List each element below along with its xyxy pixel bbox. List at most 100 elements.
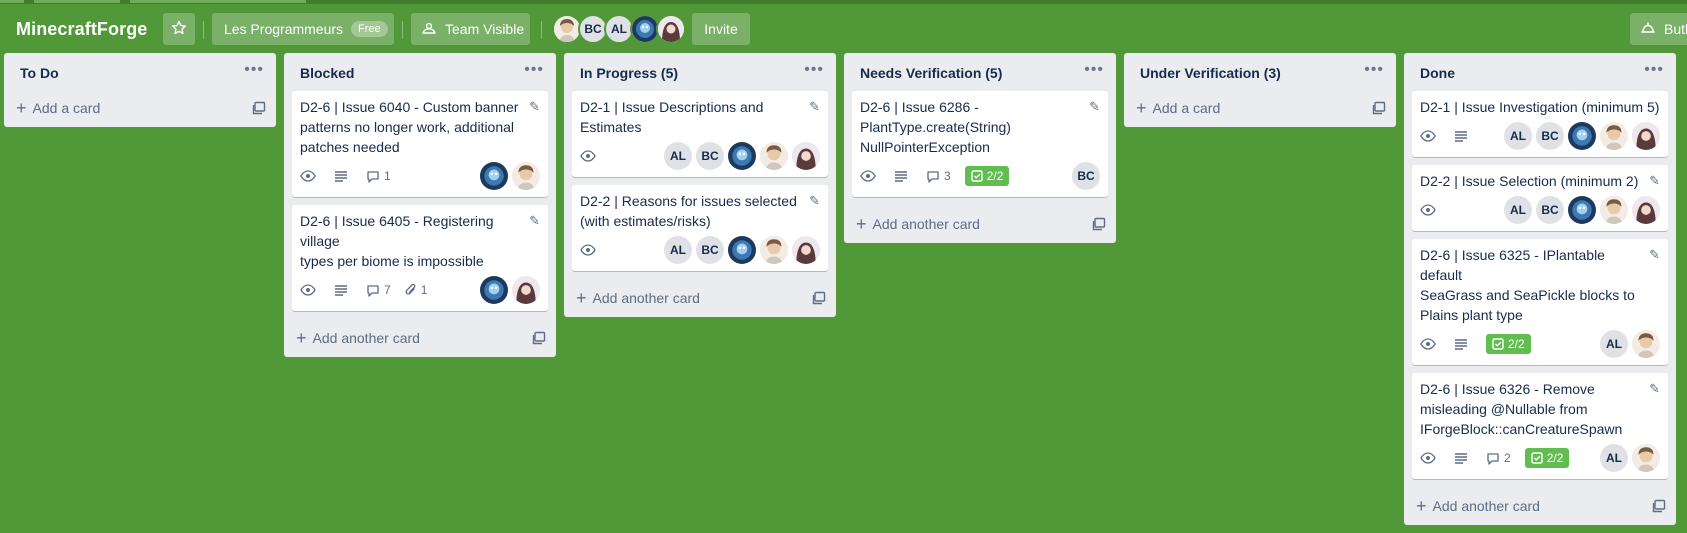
avatar-bc[interactable]: BC <box>696 142 724 170</box>
list-menu-icon[interactable]: ••• <box>524 61 544 79</box>
avatar-photo[interactable] <box>760 142 788 170</box>
avatar-al[interactable]: AL <box>1504 122 1532 150</box>
add-card-label: Add another card <box>872 216 980 232</box>
header-divider <box>541 21 542 39</box>
list-footer: + Add a card <box>4 89 276 127</box>
tab-marker <box>0 0 24 3</box>
avatar-photo[interactable] <box>1600 196 1628 224</box>
avatar-photo[interactable] <box>760 236 788 264</box>
add-card-label: Add another card <box>592 290 700 306</box>
butler-button[interactable]: Butler <box>1630 13 1687 45</box>
avatar-anime[interactable] <box>792 142 820 170</box>
card-title: D2-6 | Issue 6405 - Registering village … <box>300 213 494 269</box>
card[interactable]: D2-6 | Issue 6325 - IPlantable default S… <box>1412 239 1668 365</box>
avatar-monster[interactable] <box>1568 122 1596 150</box>
card[interactable]: D2-1 | Issue Descriptions and Estimates … <box>572 91 828 177</box>
butler-label: Butler <box>1664 21 1687 37</box>
list-title[interactable]: Needs Verification (5) <box>860 65 1002 81</box>
description-icon <box>1454 338 1472 350</box>
add-card-label: Add another card <box>1432 498 1540 514</box>
comment-count: 3 <box>944 169 951 183</box>
add-card-button[interactable]: + Add another card <box>576 289 700 307</box>
avatar-al[interactable]: AL <box>1504 196 1532 224</box>
avatar-anime[interactable] <box>792 236 820 264</box>
plus-icon: + <box>296 328 307 348</box>
plus-icon: + <box>1416 496 1427 516</box>
watching-icon <box>860 170 880 182</box>
add-card-button[interactable]: + Add another card <box>856 215 980 233</box>
card[interactable]: D2-1 | Issue Investigation (minimum 5) A… <box>1412 91 1668 157</box>
card-template-icon[interactable] <box>252 101 266 115</box>
list-title[interactable]: In Progress (5) <box>580 65 678 81</box>
add-card-button[interactable]: + Add another card <box>296 329 420 347</box>
edit-icon[interactable]: ✎ <box>1649 247 1660 263</box>
watching-icon <box>1420 452 1440 464</box>
avatar-bc[interactable]: BC <box>1072 162 1100 190</box>
avatar-monster[interactable] <box>728 142 756 170</box>
avatar-photo[interactable] <box>512 162 540 190</box>
list-title[interactable]: Blocked <box>300 65 354 81</box>
avatar-anime[interactable] <box>1632 122 1660 150</box>
star-button[interactable] <box>163 13 195 45</box>
team-button[interactable]: Les Programmeurs Free <box>212 13 394 45</box>
list-footer: + Add a card <box>1124 89 1396 127</box>
list-menu-icon[interactable]: ••• <box>1644 61 1664 79</box>
card-template-icon[interactable] <box>532 331 546 345</box>
tab-marker <box>130 0 306 3</box>
list-header: To Do ••• <box>4 53 276 91</box>
avatar-monster[interactable] <box>728 236 756 264</box>
list-under-verification: Under Verification (3) ••• + Add a card <box>1124 53 1396 127</box>
avatar-al[interactable]: AL <box>1600 444 1628 472</box>
add-card-label: Add a card <box>32 100 101 116</box>
avatar-photo[interactable] <box>1632 330 1660 358</box>
add-card-button[interactable]: + Add a card <box>16 99 100 117</box>
list-menu-icon[interactable]: ••• <box>1084 61 1104 79</box>
card[interactable]: D2-2 | Reasons for issues selected (with… <box>572 185 828 271</box>
avatar-bc[interactable]: BC <box>1536 122 1564 150</box>
list-menu-icon[interactable]: ••• <box>804 61 824 79</box>
edit-icon[interactable]: ✎ <box>809 193 820 209</box>
board-title[interactable]: MinecraftForge <box>16 19 147 40</box>
avatar-photo[interactable] <box>1600 122 1628 150</box>
avatar-bc[interactable]: BC <box>1536 196 1564 224</box>
visibility-button[interactable]: Team Visible <box>411 13 530 45</box>
avatar-monster[interactable] <box>480 276 508 304</box>
card[interactable]: D2-6 | Issue 6286 - PlantType.create(Str… <box>852 91 1108 197</box>
avatar-anime[interactable] <box>1632 196 1660 224</box>
avatar-anime[interactable] <box>512 276 540 304</box>
card-template-icon[interactable] <box>1652 499 1666 513</box>
add-card-button[interactable]: + Add another card <box>1416 497 1540 515</box>
card-title: D2-6 | Issue 6040 - Custom banner patter… <box>300 99 519 155</box>
list-menu-icon[interactable]: ••• <box>1364 61 1384 79</box>
avatar-al[interactable]: AL <box>664 236 692 264</box>
add-card-label: Add another card <box>312 330 420 346</box>
card-template-icon[interactable] <box>1372 101 1386 115</box>
card[interactable]: D2-6 | Issue 6405 - Registering village … <box>292 205 548 311</box>
avatar-monster[interactable] <box>1568 196 1596 224</box>
card[interactable]: D2-6 | Issue 6326 - Remove misleading @N… <box>1412 373 1668 479</box>
edit-icon[interactable]: ✎ <box>809 99 820 115</box>
list-title[interactable]: Done <box>1420 65 1455 81</box>
member-avatar-anime[interactable] <box>656 14 686 44</box>
edit-icon[interactable]: ✎ <box>529 213 540 229</box>
card-template-icon[interactable] <box>1092 217 1106 231</box>
avatar-al[interactable]: AL <box>1600 330 1628 358</box>
avatar-al[interactable]: AL <box>664 142 692 170</box>
list-menu-icon[interactable]: ••• <box>244 61 264 79</box>
avatar-photo[interactable] <box>1632 444 1660 472</box>
invite-button[interactable]: Invite <box>692 13 750 45</box>
list-to-do: To Do ••• + Add a card <box>4 53 276 127</box>
plan-badge: Free <box>351 21 388 37</box>
card[interactable]: D2-2 | Issue Selection (minimum 2) ✎ AL … <box>1412 165 1668 231</box>
list-title[interactable]: To Do <box>20 65 59 81</box>
avatar-bc[interactable]: BC <box>696 236 724 264</box>
card[interactable]: D2-6 | Issue 6040 - Custom banner patter… <box>292 91 548 197</box>
list-title[interactable]: Under Verification (3) <box>1140 65 1281 81</box>
avatar-monster[interactable] <box>480 162 508 190</box>
card-template-icon[interactable] <box>812 291 826 305</box>
edit-icon[interactable]: ✎ <box>529 99 540 115</box>
add-card-button[interactable]: + Add a card <box>1136 99 1220 117</box>
edit-icon[interactable]: ✎ <box>1649 381 1660 397</box>
edit-icon[interactable]: ✎ <box>1649 173 1660 189</box>
edit-icon[interactable]: ✎ <box>1089 99 1100 115</box>
